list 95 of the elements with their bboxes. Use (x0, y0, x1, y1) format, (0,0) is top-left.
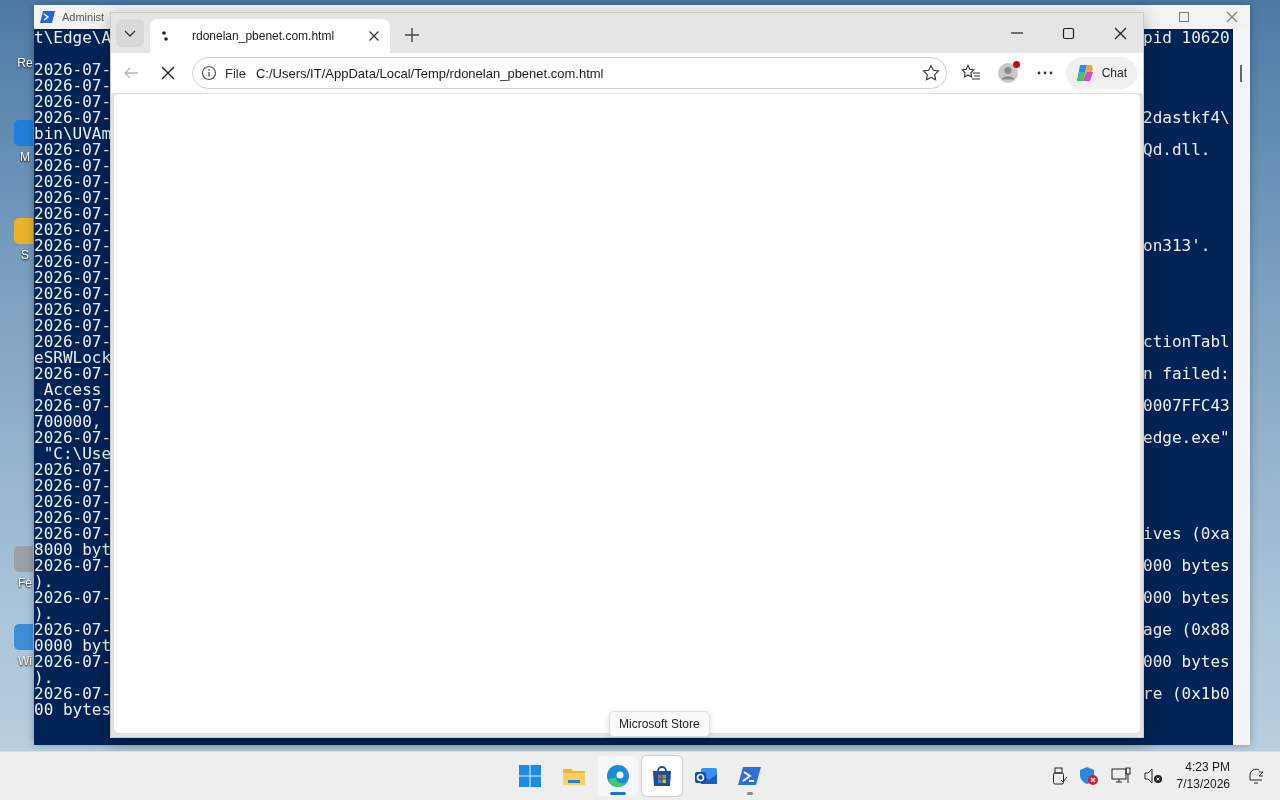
shopping-bag-icon (650, 764, 674, 788)
icon-label: Fe (18, 576, 32, 590)
console-line: 2026-07- (34, 78, 112, 94)
console-line: on313'. (1143, 238, 1212, 254)
console-line: 0000 byt (34, 638, 112, 654)
console-line: 2026-07- (34, 222, 112, 238)
favorites-icon (961, 64, 982, 82)
network-icon[interactable] (1110, 767, 1131, 785)
stop-icon (160, 66, 175, 80)
console-line: Access (42, 382, 102, 398)
console-line: 2026-07- (34, 334, 112, 350)
console-line: 2026-07- (34, 206, 112, 222)
windows-logo-icon (518, 764, 542, 788)
maximize-icon (1061, 26, 1075, 40)
volume-muted-icon[interactable] (1142, 767, 1163, 785)
window-title: Administ (62, 11, 105, 23)
console-line: 0007FFC43 (1143, 398, 1231, 414)
notification-bell-icon[interactable] (1246, 766, 1266, 786)
console-line: 2026-07- (34, 430, 112, 446)
console-line: bin\UVAm (34, 126, 112, 142)
url-text: C:/Users/IT/AppData/Local/Temp/rdonelan_pbenet.com.html (254, 65, 604, 81)
console-line: ). (34, 670, 54, 686)
console-line: re (0x1b0 (1143, 686, 1231, 702)
console-line: ). (34, 574, 54, 590)
console-line: 2026-07- (34, 94, 112, 110)
console-line: n failed: (1143, 366, 1231, 382)
console-line: Qd.dll. (1143, 142, 1212, 158)
console-line: ives (0xa (1143, 526, 1231, 542)
console-line: 2026-07- (34, 142, 112, 158)
console-line: 2026-07- (34, 238, 112, 254)
console-line: 2026-07- (34, 190, 112, 206)
console-line: 2026-07- (34, 558, 112, 574)
scrollbar-thumb[interactable] (1240, 65, 1242, 82)
console-line: 2026-07- (34, 174, 112, 190)
console-line: 2026-07- (34, 270, 112, 286)
terminal-icon (40, 9, 56, 25)
browser-tab[interactable]: rdonelan_pbenet.com.html (150, 19, 390, 53)
console-line: 8000 byt (34, 542, 112, 558)
console-line: ctionTabl (1143, 334, 1231, 350)
console-line: 2026-07- (34, 366, 112, 382)
console-line: 000 bytes (1143, 654, 1231, 670)
chat-button[interactable]: Chat (1065, 57, 1137, 89)
console-line: 2026-07- (34, 478, 112, 494)
console-line: 2026-07- (34, 590, 112, 606)
console-line: 000 bytes (1143, 558, 1231, 574)
console-line: 700000, (34, 414, 102, 430)
scrollbar[interactable] (1233, 29, 1250, 745)
console-line: edge.exe" (1143, 430, 1231, 446)
console-line: age (0x88 (1143, 622, 1231, 638)
maximize-icon[interactable] (1178, 11, 1190, 23)
console-line: 2026-07- (34, 686, 112, 702)
browser-icon (606, 764, 630, 788)
console-line: 00 bytes (34, 702, 112, 718)
console-line: 000 bytes (1143, 590, 1231, 606)
back-arrow-icon (122, 65, 139, 81)
info-icon[interactable] (201, 65, 217, 81)
close-icon[interactable] (368, 30, 380, 42)
console-line: 2026-07- (34, 158, 112, 174)
console-line: "C:\Use (42, 446, 112, 462)
console-line: 2026-07- (34, 318, 112, 334)
close-icon (1113, 26, 1127, 40)
tab-actions-button[interactable] (116, 19, 144, 47)
console-line: 2026-07- (34, 110, 112, 126)
avatar-icon (997, 62, 1020, 84)
console-line: 2026-07- (34, 654, 112, 670)
console-line: eSRWLock (34, 350, 112, 366)
console-line: 2026-07- (34, 62, 112, 78)
store-button[interactable] (642, 756, 682, 796)
icon-label: S (21, 248, 29, 262)
icon-label: M (20, 150, 30, 164)
icon-label: Wi (18, 654, 32, 668)
console-line: 2026-07- (34, 510, 112, 526)
console-line: 2026-07- (34, 526, 112, 542)
browser-button[interactable] (598, 756, 638, 796)
shield-warning-icon[interactable] (1078, 766, 1099, 786)
icon-label: Re (17, 56, 33, 70)
console-line: t\Edge\A (34, 30, 112, 46)
more-icon (1037, 71, 1054, 75)
console-line: pid 10620 (1143, 30, 1231, 46)
plus-icon (404, 27, 420, 43)
console-line: 2026-07- (34, 254, 112, 270)
console-line: 2026-07- (34, 286, 112, 302)
star-icon[interactable] (921, 64, 940, 82)
tooltip: Microsoft Store (609, 711, 710, 737)
usb-drive-icon[interactable] (1050, 767, 1067, 785)
console-line: 2dastkf4\ (1143, 110, 1231, 126)
terminal-icon (738, 764, 762, 788)
console-line: 2026-07- (34, 494, 112, 510)
console-line: 2026-07- (34, 398, 112, 414)
console-line: 2026-07- (34, 462, 112, 478)
console-line: 2026-07- (34, 302, 112, 318)
console-line: ). (34, 606, 54, 622)
clock[interactable]: 4:23 PM 7/13/2026 (1176, 759, 1230, 793)
console-line: 2026-07- (34, 622, 112, 638)
scheme-label: File (225, 65, 246, 81)
